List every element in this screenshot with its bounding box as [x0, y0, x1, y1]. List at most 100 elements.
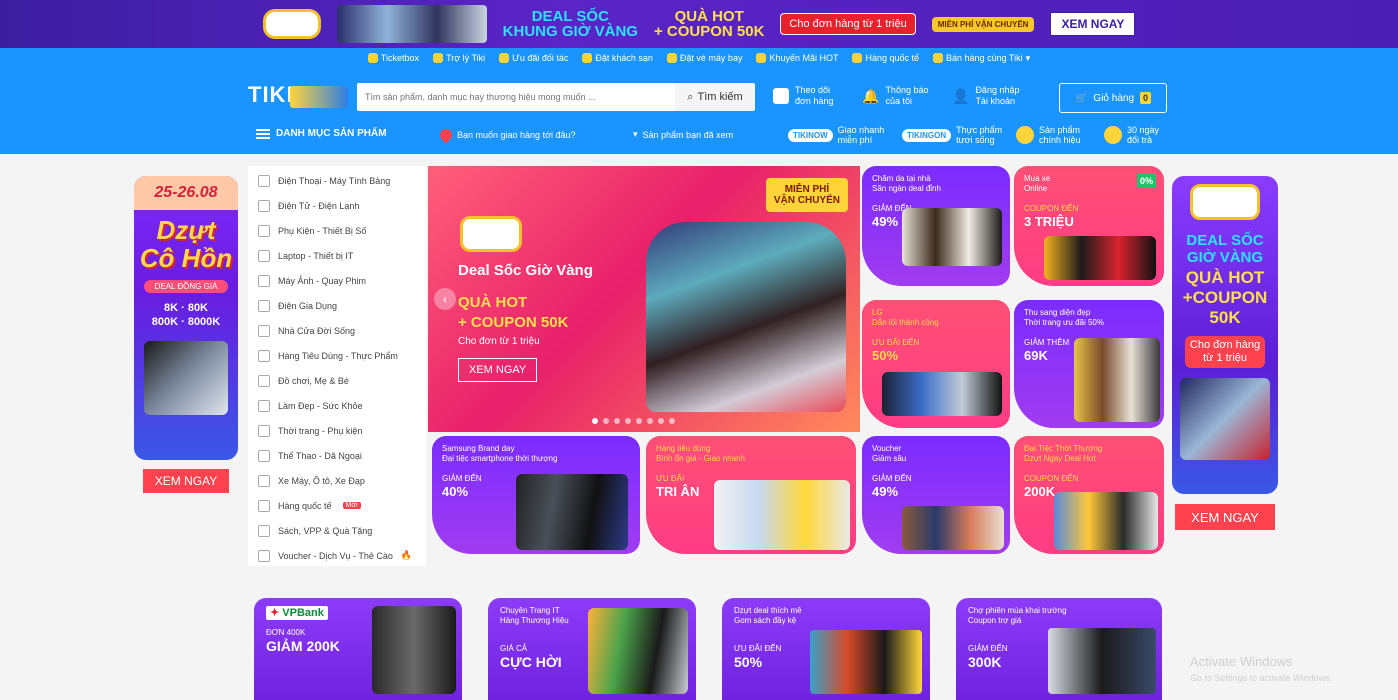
hero-carousel[interactable]: MIỄN PHÍ VẬN CHUYỂN Deal Sốc Giờ Vàng QUÀ…	[428, 166, 860, 432]
category-item-appliances[interactable]: Điện Gia Dụng	[248, 293, 426, 318]
promo-card-skincare[interactable]: Chăm da tại nhà Săn ngàn deal đỉnh GIẢM Đ…	[862, 166, 1010, 286]
bottom-card-it[interactable]: Chuyên Trang IT Hàng Thương Hiệu GIÁ CẢ CỰ…	[488, 598, 696, 700]
return-policy-link[interactable]: 30 ngày đổi trả	[1104, 125, 1159, 145]
right-side-banner[interactable]: DEAL SỐC GIỜ VÀNG QUÀ HOT +COUPON 50K Cho đ…	[1172, 176, 1278, 494]
school-devices-image	[1048, 628, 1156, 694]
carousel-dot[interactable]	[669, 418, 675, 424]
delivery-label: Bạn muốn giao hàng tới đâu?	[457, 130, 576, 140]
category-item-home[interactable]: Nhà Cửa Đời Sống	[248, 318, 426, 343]
carousel-dot[interactable]	[647, 418, 653, 424]
carousel-dot[interactable]	[614, 418, 620, 424]
promo-card-line2: Đại tiệc smartphone thời thượng	[442, 454, 558, 463]
left-banner-title-line1: Dzựt	[156, 215, 216, 245]
search-button[interactable]: ⌕ Tìm kiếm	[675, 83, 755, 111]
category-item-vouchers[interactable]: Voucher - Dịch Vụ - Thẻ Cào 🔥	[248, 543, 426, 568]
carousel-dot[interactable]	[592, 418, 598, 424]
promo-card-fashion[interactable]: Thu sang diện đẹp Thời trang ưu đãi 50% G…	[1014, 300, 1164, 428]
category-item-international[interactable]: Hàng quốc tế Mới	[248, 493, 426, 518]
category-menu-button[interactable]: DANH MỤC SẢN PHẨM	[256, 128, 387, 139]
cart-button[interactable]: 🛒 Giỏ hàng 0	[1059, 83, 1167, 113]
tikinow-badge: TIKINOW	[788, 128, 833, 142]
strip-link-sell[interactable]: Bán hàng cùng Tiki ▾	[933, 53, 1030, 64]
notifications-link[interactable]: 🔔 Thông báo của tôi	[862, 85, 928, 107]
carousel-dot[interactable]	[658, 418, 664, 424]
category-label: Điện Tử - Điện Lạnh	[278, 200, 360, 211]
promo-card-lg[interactable]: LG Dẫn lối thành công ƯU ĐÃI ĐẾN 50%	[862, 300, 1010, 428]
carousel-dot[interactable]	[625, 418, 631, 424]
category-item-groceries[interactable]: Hàng Tiêu Dùng - Thực Phẩm	[248, 343, 426, 368]
login-link[interactable]: 👤 Đăng nhập Tài khoản	[952, 85, 1019, 107]
hero-free-ship-badge: MIỄN PHÍ VẬN CHUYỂN	[765, 178, 848, 212]
login-line1: Đăng nhập	[975, 85, 1020, 95]
right-banner-hot: QUÀ HOT +COUPON 50K	[1172, 268, 1278, 328]
tiki-logo[interactable]: TIKI	[248, 82, 294, 108]
carousel-dot[interactable]	[636, 418, 642, 424]
promo-deal-line1: DEAL SỐC	[531, 8, 609, 25]
category-item-accessories[interactable]: Phụ Kiện - Thiết Bị Số	[248, 218, 426, 243]
category-item-cameras[interactable]: Máy Ảnh - Quay Phim	[248, 268, 426, 293]
promo-view-now-button[interactable]: XEM NGAY	[1050, 12, 1136, 36]
hero-view-now-button[interactable]: XEM NGAY	[458, 358, 538, 382]
bottom-card-vpbank[interactable]: ✦ VPBank ĐƠN 400K GIẢM 200K	[254, 598, 462, 700]
deal-products-image	[1054, 492, 1158, 550]
carousel-dot[interactable]	[603, 418, 609, 424]
tikingon-link[interactable]: TIKINGON Thực phẩm tươi sống	[902, 125, 1002, 145]
category-item-electronics[interactable]: Điện Tử - Điện Lạnh	[248, 193, 426, 218]
right-banner-view-now-button[interactable]: XEM NGAY	[1175, 504, 1275, 530]
strip-label: Đặt khách sạn	[595, 53, 653, 63]
promo-card-deal-hot[interactable]: Đại Tiệc Thời Thượng Dzựt Ngay Deal Hot C…	[1014, 436, 1164, 554]
strip-link-assistant[interactable]: Trợ lý Tiki	[433, 53, 485, 63]
category-item-beauty[interactable]: Làm Đẹp - Sức Khỏe	[248, 393, 426, 418]
strip-link-international[interactable]: Hàng quốc tế	[852, 53, 919, 63]
category-item-fashion[interactable]: Thời trang - Phụ kiện	[248, 418, 426, 443]
carousel-prev-arrow-icon[interactable]: ‹	[434, 288, 456, 310]
strip-link-hotel[interactable]: Đặt khách sạn	[582, 53, 653, 63]
vpbank-label: VPBank	[282, 607, 324, 619]
tikinow-link[interactable]: TIKINOW Giao nhanh miễn phí	[788, 125, 884, 145]
category-item-phones[interactable]: Điện Thoại - Máy Tính Bảng	[248, 168, 426, 193]
assistant-icon	[433, 53, 444, 63]
tikingon-line1: Thực phẩm	[956, 125, 1003, 135]
bottom-card-back-to-school[interactable]: Chợ phiên mùa khai trường Coupon trợ giá …	[956, 598, 1162, 700]
return-line2: đổi trả	[1127, 135, 1153, 145]
category-item-toys[interactable]: Đồ chơi, Mẹ & Bé	[248, 368, 426, 393]
carousel-dots[interactable]	[592, 418, 675, 424]
search-input[interactable]	[357, 83, 675, 111]
orders-line2: đơn hàng	[795, 96, 834, 106]
category-label: Đồ chơi, Mẹ & Bé	[278, 375, 349, 386]
fashion-models-image	[1074, 338, 1160, 422]
voucher-icon	[258, 549, 270, 562]
promo-products-image	[336, 5, 487, 43]
strip-link-partners[interactable]: Ưu đãi đối tác	[499, 53, 568, 63]
category-item-books[interactable]: Sách, VPP & Quà Tặng	[248, 518, 426, 543]
category-item-vehicles[interactable]: Xe Máy, Ô tô, Xe Đạp	[248, 468, 426, 493]
hero-ship-line2: VẬN CHUYỂN	[773, 195, 840, 206]
delivery-location-link[interactable]: Bạn muốn giao hàng tới đâu?	[437, 126, 576, 144]
promo-card-voucher[interactable]: Voucher Giảm sâu GIẢM ĐẾN 49%	[862, 436, 1010, 554]
cart-icon: 🛒	[1074, 92, 1088, 104]
category-menu-label: DANH MỤC SẢN PHẨM	[276, 128, 387, 139]
promo-card-line1: Đại Tiệc Thời Thượng	[1024, 444, 1103, 453]
tikinow-line1: Giao nhanh	[837, 125, 885, 135]
left-side-banner[interactable]: 25-26.08 Dzựt Cô Hồn DEAL ĐỒNG GIÁ 8K · 8…	[134, 176, 238, 460]
genuine-products-link[interactable]: Sản phẩm chính hiệu	[1016, 125, 1081, 145]
strip-link-flights[interactable]: Đặt vé máy bay	[666, 53, 742, 63]
promo-card-motorbike[interactable]: Mua xe Online COUPON ĐẾN 3 TRIỆU 0%	[1014, 166, 1164, 286]
strip-link-ticketbox[interactable]: Ticketbox	[367, 53, 419, 63]
bottom-card-books[interactable]: Dzựt deal thích mê Gom sách đầy kệ ƯU ĐÃI…	[722, 598, 930, 700]
bottom-card-line1: Chợ phiên mùa khai trường	[968, 606, 1067, 615]
left-banner-view-now-button[interactable]: XEM NGAY	[143, 469, 229, 493]
strip-label: Ưu đãi đối tác	[512, 53, 569, 63]
category-item-sports[interactable]: Thể Thao - Dã Ngoại	[248, 443, 426, 468]
promo-card-value: 3 TRIỆU	[1024, 214, 1074, 229]
strip-link-hot-deals[interactable]: Khuyến Mãi HOT	[756, 53, 838, 63]
category-item-laptops[interactable]: Laptop - Thiết bị IT	[248, 243, 426, 268]
viewed-products-link[interactable]: ▾ Sản phẩm bạn đã xem	[633, 129, 733, 140]
promo-card-samsung[interactable]: Samsung Brand day Đại tiệc smartphone thờ…	[432, 436, 640, 554]
track-orders-link[interactable]: Theo dõi đơn hàng	[773, 85, 833, 107]
promo-card-consumer-goods[interactable]: Hàng tiêu dùng Bình ổn giá - Giao nhanh Ư…	[646, 436, 856, 554]
tikingon-line2: tươi sống	[956, 135, 995, 145]
top-promo-banner[interactable]: DEAL SỐC KHUNG GIỜ VÀNG QUÀ HOT + COUPON 5…	[0, 0, 1398, 48]
right-hot-line2: +COUPON	[1182, 288, 1268, 307]
hero-hot-line2: + COUPON 50K	[458, 314, 569, 331]
